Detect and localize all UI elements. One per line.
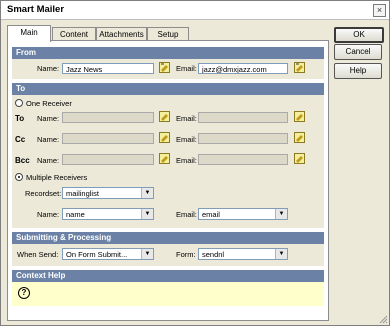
chevron-down-icon: ▼ xyxy=(275,209,287,219)
section-to-header: To xyxy=(12,83,324,95)
from-area: Name: Jazz News Email: jazz@dmxjazz.com xyxy=(12,59,324,79)
recordset-label: Recordset: xyxy=(25,189,62,198)
resize-grip-icon[interactable] xyxy=(379,315,388,324)
main-tab-panel: From Name: Jazz News Email: jazz@dmxjazz… xyxy=(7,40,329,321)
recordset-value: mailinglist xyxy=(66,189,99,198)
from-name-label: Name: xyxy=(37,64,60,73)
form-select[interactable]: sendnl ▼ xyxy=(198,248,288,260)
mr-email-select[interactable]: email ▼ xyxy=(198,208,288,220)
dynamic-data-icon[interactable] xyxy=(294,153,305,164)
dynamic-data-icon[interactable] xyxy=(294,111,305,122)
one-receiver-label: One Receiver xyxy=(26,99,72,108)
bcc-email-label: Email: xyxy=(176,156,197,165)
to-email-field[interactable] xyxy=(198,112,288,123)
section-context-help-header: Context Help xyxy=(12,270,324,282)
to-name-label: Name: xyxy=(37,114,60,123)
context-help-area: ? xyxy=(12,282,324,306)
when-send-select[interactable]: On Form Submit... ▼ xyxy=(62,248,154,260)
section-submitting-header: Submitting & Processing xyxy=(12,232,324,244)
dynamic-data-icon[interactable] xyxy=(159,153,170,164)
tab-main[interactable]: Main xyxy=(7,25,51,42)
title-bar: Smart Mailer × xyxy=(1,1,389,20)
dynamic-data-icon[interactable] xyxy=(294,62,305,73)
help-icon[interactable]: ? xyxy=(18,287,30,299)
from-email-field[interactable]: jazz@dmxjazz.com xyxy=(198,63,288,74)
chevron-down-icon: ▼ xyxy=(141,188,153,198)
cc-email-field[interactable] xyxy=(198,133,288,144)
cancel-button[interactable]: Cancel xyxy=(334,44,382,60)
tab-attachments[interactable]: Attachments xyxy=(96,27,147,41)
multiple-receivers-label: Multiple Receivers xyxy=(26,173,88,182)
tab-content[interactable]: Content xyxy=(52,27,96,41)
tab-setup[interactable]: Setup xyxy=(147,27,189,41)
chevron-down-icon: ▼ xyxy=(141,249,153,259)
when-send-label: When Send: xyxy=(17,250,59,259)
when-send-value: On Form Submit... xyxy=(66,250,128,259)
smart-mailer-dialog: Smart Mailer × Main Content Attachments … xyxy=(0,0,390,326)
dynamic-data-icon[interactable] xyxy=(294,132,305,143)
dynamic-data-icon[interactable] xyxy=(159,111,170,122)
mr-name-label: Name: xyxy=(37,210,60,219)
to-row-label: To xyxy=(15,114,25,123)
close-icon[interactable]: × xyxy=(373,4,386,17)
form-label: Form: xyxy=(176,250,196,259)
bcc-email-field[interactable] xyxy=(198,154,288,165)
bcc-name-field[interactable] xyxy=(62,154,154,165)
from-email-label: Email: xyxy=(176,64,197,73)
recordset-select[interactable]: mailinglist ▼ xyxy=(62,187,154,199)
section-from-header: From xyxy=(12,47,324,59)
multiple-receivers-radio[interactable] xyxy=(15,173,23,181)
mr-name-select[interactable]: name ▼ xyxy=(62,208,154,220)
to-name-field[interactable] xyxy=(62,112,154,123)
ok-button[interactable]: OK xyxy=(334,27,384,43)
help-button[interactable]: Help xyxy=(334,63,382,79)
cc-name-label: Name: xyxy=(37,135,60,144)
dynamic-data-icon[interactable] xyxy=(159,132,170,143)
chevron-down-icon: ▼ xyxy=(275,249,287,259)
cc-name-field[interactable] xyxy=(62,133,154,144)
mr-email-value: email xyxy=(202,210,220,219)
mr-email-label: Email: xyxy=(176,210,197,219)
from-name-field[interactable]: Jazz News xyxy=(62,63,154,74)
form-value: sendnl xyxy=(202,250,225,259)
submitting-area: When Send: On Form Submit... ▼ Form: sen… xyxy=(12,244,324,266)
bcc-name-label: Name: xyxy=(37,156,60,165)
mr-name-value: name xyxy=(66,210,85,219)
to-email-label: Email: xyxy=(176,114,197,123)
chevron-down-icon: ▼ xyxy=(141,209,153,219)
dynamic-data-icon[interactable] xyxy=(159,62,170,73)
window-title: Smart Mailer xyxy=(7,4,65,15)
bcc-row-label: Bcc xyxy=(15,156,30,165)
one-receiver-radio[interactable] xyxy=(15,99,23,107)
cc-row-label: Cc xyxy=(15,135,26,144)
to-area: One Receiver To Name: Email: Cc Name: Em… xyxy=(12,95,324,228)
cc-email-label: Email: xyxy=(176,135,197,144)
